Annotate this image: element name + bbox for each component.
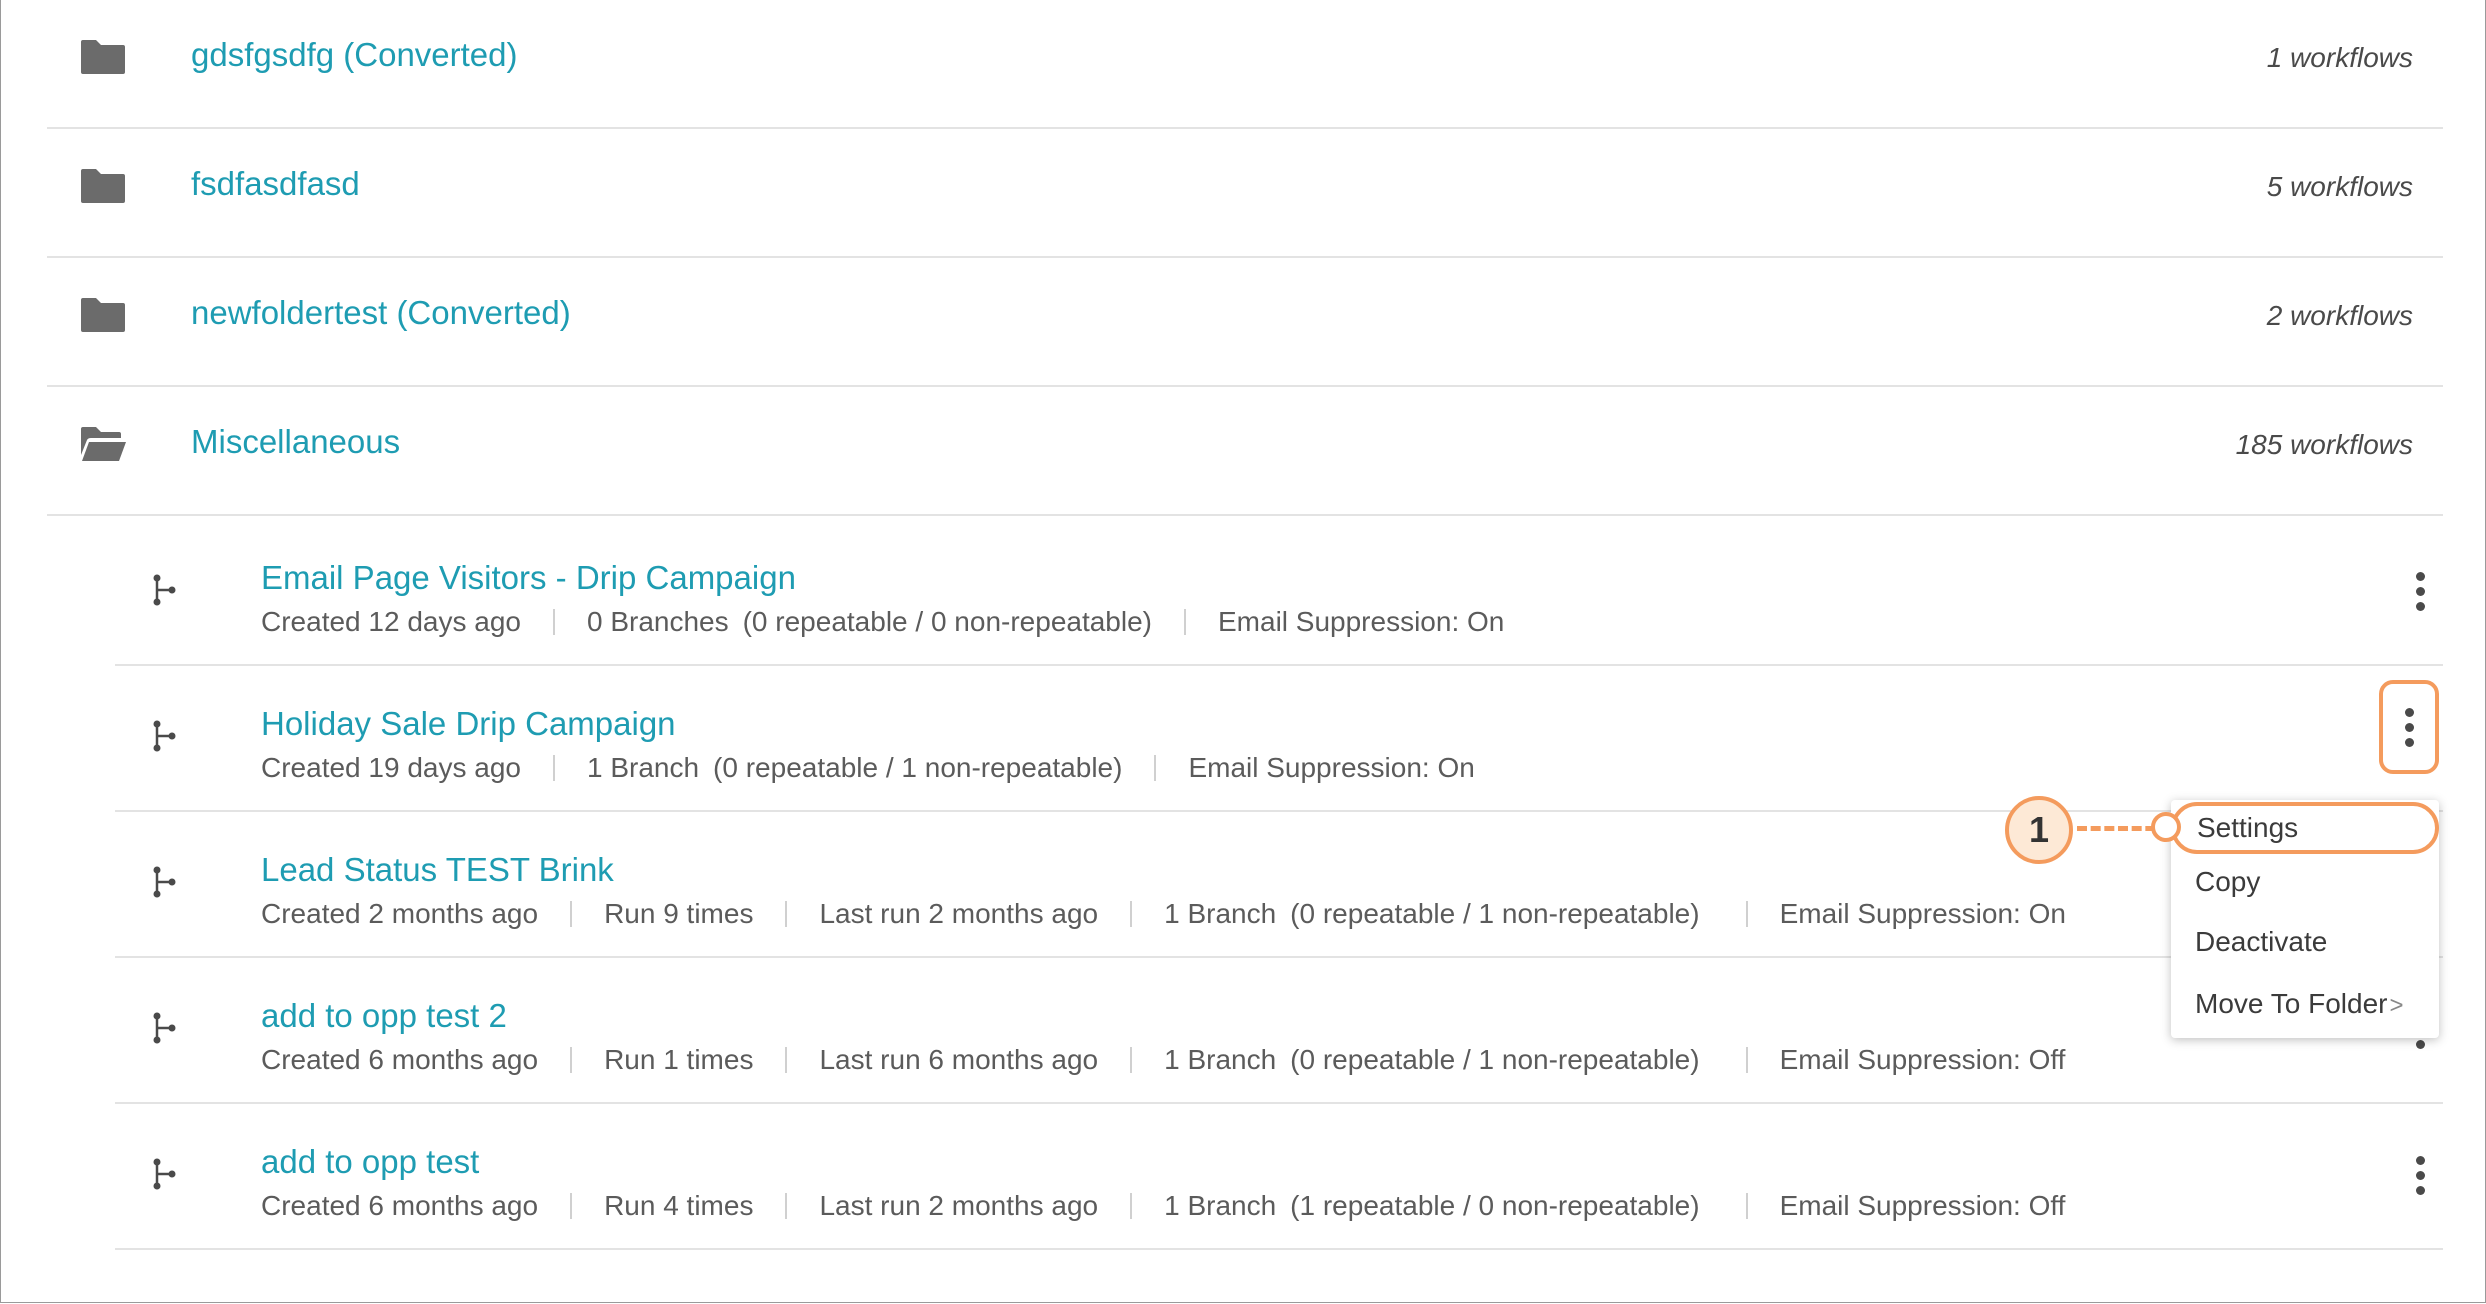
workflow-meta: Created 12 days ago 0 Branches (0 repeat… [261, 606, 1504, 638]
folder-icon [81, 298, 125, 332]
branch-count: 1 Branch [586, 752, 700, 783]
folder-name[interactable]: Miscellaneous [191, 423, 400, 461]
workflow-meta: Created 6 months ago Run 1 times Last ru… [261, 1044, 2065, 1076]
more-options-icon[interactable] [2397, 1147, 2443, 1203]
folder-workflow-count: 1 workflows [2266, 42, 2413, 73]
workflow-title[interactable]: add to opp test 2 [261, 997, 507, 1035]
separator [1154, 755, 1157, 781]
branch-count: 1 Branch [1164, 1190, 1277, 1221]
menu-item-move-to-folder[interactable]: Move To Folder> [2195, 988, 2403, 1020]
workflow-meta: Created 19 days ago 1 Branch (0 repeatab… [261, 752, 1475, 784]
separator [1184, 609, 1186, 635]
workflow-row[interactable]: Holiday Sale Drip Campaign Created 19 da… [115, 665, 2443, 812]
workflow-title[interactable]: Holiday Sale Drip Campaign [261, 705, 676, 743]
move-to-folder-label: Move To Folder [2195, 988, 2388, 1019]
workflow-row[interactable]: add to opp test 2 Created 6 months ago R… [115, 957, 2443, 1104]
menu-item-settings[interactable]: Settings [2171, 802, 2439, 854]
branch-count: 0 Branches [586, 606, 729, 637]
workflow-meta: Created 2 months ago Run 9 times Last ru… [261, 898, 2066, 930]
more-options-icon[interactable] [2397, 563, 2443, 619]
last-run: Last run 2 months ago [819, 1190, 1099, 1221]
repeatable-info: (0 repeatable / 1 non-repeatable) [1290, 898, 1700, 929]
workflow-row[interactable]: Lead Status TEST Brink Created 2 months … [115, 811, 2443, 958]
workflow-row[interactable]: add to opp test Created 6 months ago Run… [115, 1103, 2443, 1250]
folder-workflow-count: 185 workflows [2235, 429, 2413, 460]
more-options-icon-active[interactable] [2379, 680, 2439, 774]
repeatable-info: (0 repeatable / 1 non-repeatable) [1290, 1044, 1700, 1075]
separator [1745, 1193, 1748, 1219]
branch-icon [153, 1012, 176, 1044]
created-date: Created 6 months ago [261, 1190, 539, 1221]
folder-workflow-count: 5 workflows [2266, 171, 2413, 202]
callout-anchor-dot [2151, 812, 2181, 842]
separator [1130, 1047, 1133, 1073]
workflow-context-menu: Settings Copy Deactivate Move To Folder> [2171, 800, 2439, 1038]
separator [785, 901, 788, 927]
last-run: Last run 2 months ago [819, 898, 1099, 929]
callout-badge: 1 [2005, 796, 2073, 864]
separator [552, 755, 555, 781]
separator [552, 609, 555, 635]
folder-name[interactable]: newfoldertest (Converted) [191, 294, 571, 332]
created-date: Created 2 months ago [261, 898, 539, 929]
folder-row[interactable]: gdsfgsdfg (Converted) 1 workflows [47, 0, 2443, 129]
repeatable-info: (0 repeatable / 0 non-repeatable) [742, 606, 1152, 637]
email-suppression: Email Suppression: On [1779, 898, 2066, 929]
workflow-title[interactable]: Lead Status TEST Brink [261, 851, 614, 889]
separator [570, 1047, 573, 1073]
workflow-list-panel: gdsfgsdfg (Converted) 1 workflows fsdfas… [0, 0, 2486, 1303]
workflow-meta: Created 6 months ago Run 4 times Last ru… [261, 1190, 2065, 1222]
branch-icon [153, 866, 176, 898]
menu-item-copy[interactable]: Copy [2195, 866, 2260, 898]
created-date: Created 12 days ago [261, 606, 521, 637]
run-count: Run 1 times [604, 1044, 754, 1075]
run-count: Run 9 times [604, 898, 754, 929]
folder-open-icon [81, 427, 126, 461]
folder-name[interactable]: fsdfasdfasd [191, 165, 360, 203]
run-count: Run 4 times [604, 1190, 754, 1221]
separator [1130, 901, 1133, 927]
created-date: Created 19 days ago [261, 752, 521, 783]
folder-workflow-count: 2 workflows [2266, 300, 2413, 331]
branch-count: 1 Branch [1164, 1044, 1277, 1075]
created-date: Created 6 months ago [261, 1044, 539, 1075]
callout-number: 1 [2028, 809, 2050, 850]
repeatable-info: (1 repeatable / 0 non-repeatable) [1290, 1190, 1700, 1221]
email-suppression: Email Suppression: Off [1779, 1044, 2066, 1075]
workflow-title[interactable]: add to opp test [261, 1143, 479, 1181]
menu-item-deactivate[interactable]: Deactivate [2195, 926, 2327, 958]
email-suppression: Email Suppression: Off [1779, 1190, 2066, 1221]
folder-icon [81, 40, 125, 74]
folder-icon [81, 169, 125, 203]
workflow-title[interactable]: Email Page Visitors - Drip Campaign [261, 559, 796, 597]
separator [1130, 1193, 1133, 1219]
email-suppression: Email Suppression: On [1218, 606, 1505, 637]
branch-icon [153, 720, 176, 752]
separator [570, 1193, 573, 1219]
separator [1745, 901, 1748, 927]
folder-row[interactable]: newfoldertest (Converted) 2 workflows [47, 258, 2443, 387]
separator [1745, 1047, 1748, 1073]
separator [570, 901, 573, 927]
last-run: Last run 6 months ago [819, 1044, 1099, 1075]
separator [785, 1047, 788, 1073]
branch-icon [153, 574, 176, 606]
folder-row[interactable]: fsdfasdfasd 5 workflows [47, 129, 2443, 258]
workflow-row[interactable]: Email Page Visitors - Drip Campaign Crea… [115, 519, 2443, 666]
email-suppression: Email Suppression: On [1188, 752, 1475, 783]
folder-name[interactable]: gdsfgsdfg (Converted) [191, 36, 518, 74]
branch-icon [153, 1158, 176, 1190]
separator [785, 1193, 788, 1219]
folder-row-expanded[interactable]: Miscellaneous 185 workflows [47, 387, 2443, 516]
workflow-row-partial [261, 1284, 481, 1302]
repeatable-info: (0 repeatable / 1 non-repeatable) [713, 752, 1123, 783]
chevron-right-icon: > [2389, 992, 2404, 1019]
branch-count: 1 Branch [1164, 898, 1277, 929]
